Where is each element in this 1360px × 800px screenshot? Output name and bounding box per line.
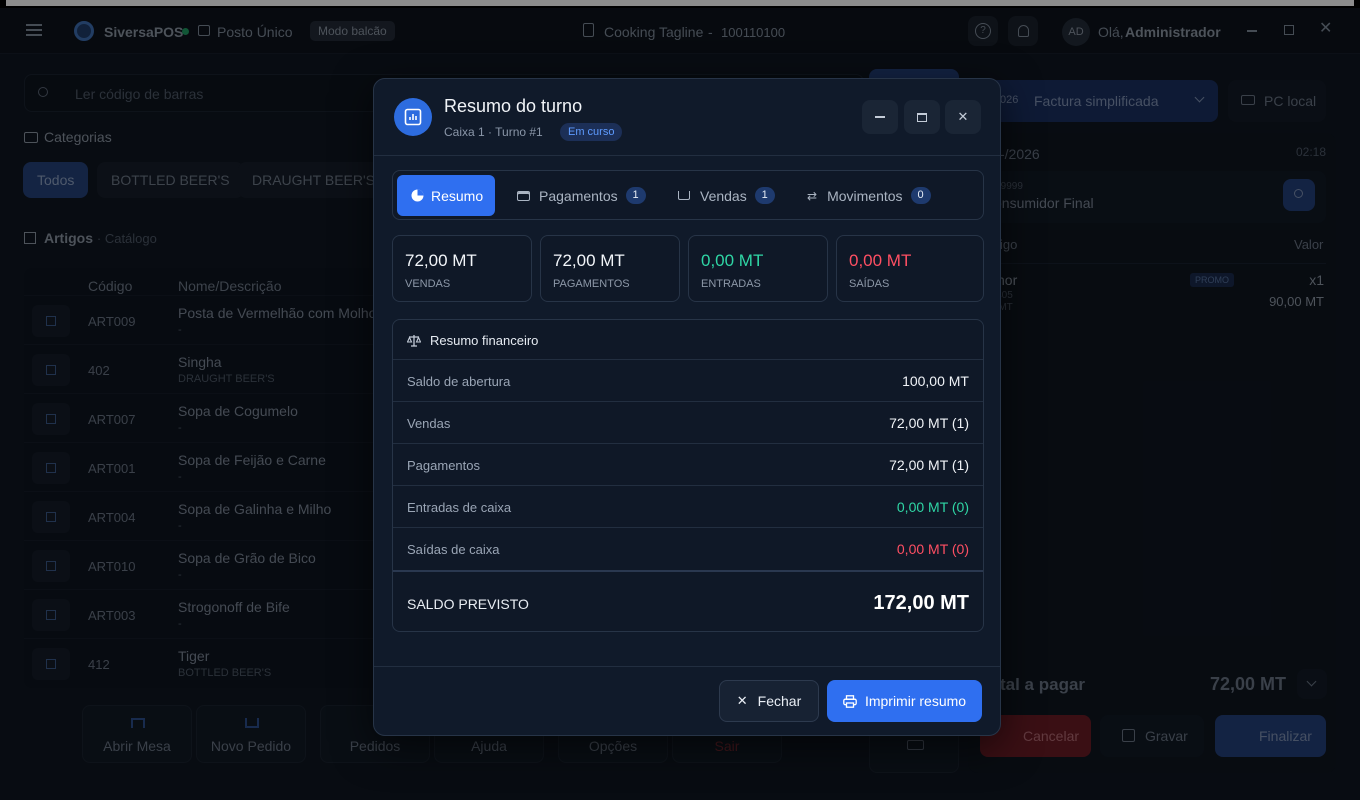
- print-summary-button[interactable]: Imprimir resumo: [827, 680, 982, 722]
- stat-inflows-label: ENTRADAS: [701, 278, 761, 290]
- pie-chart-icon: [411, 189, 424, 202]
- maximize-icon: [917, 112, 927, 122]
- expected-balance-value: 172,00 MT: [873, 592, 969, 614]
- stat-outflows-value: 0,00 MT: [849, 251, 912, 270]
- dialog-maximize-button[interactable]: [904, 100, 940, 134]
- dialog-close-button[interactable]: ✕: [945, 100, 981, 134]
- stat-sales-value: 72,00 MT: [405, 251, 477, 270]
- tab-sales-label: Vendas: [700, 187, 747, 204]
- financial-row-label: Pagamentos: [407, 458, 480, 473]
- tab-sales[interactable]: Vendas 1: [678, 175, 775, 216]
- stat-payments-value: 72,00 MT: [553, 251, 625, 270]
- close-icon: ✕: [957, 109, 969, 124]
- stat-sales-label: VENDAS: [405, 278, 451, 290]
- stat-outflows-label: SAÍDAS: [849, 278, 890, 290]
- status-badge: Em curso: [560, 123, 623, 141]
- tab-summary-label: Resumo: [431, 187, 484, 204]
- print-summary-label: Imprimir resumo: [864, 693, 967, 709]
- financial-row-label: Saídas de caixa: [407, 542, 500, 557]
- financial-summary: Resumo financeiro Saldo de abertura 100,0…: [392, 319, 984, 632]
- cart-icon: [678, 191, 690, 200]
- financial-row-label: Vendas: [407, 416, 451, 431]
- stat-payments-label: PAGAMENTOS: [553, 278, 630, 290]
- stat-card-inflows: 0,00 MT ENTRADAS: [688, 235, 828, 302]
- tab-payments-count: 1: [625, 187, 646, 204]
- financial-row-value: 0,00 MT (0): [896, 541, 969, 557]
- financial-row: Vendas 72,00 MT (1): [393, 402, 983, 444]
- close-button[interactable]: ✕ Fechar: [719, 680, 819, 722]
- financial-row-value: 100,00 MT: [902, 373, 969, 389]
- stat-card-outflows: 0,00 MT SAÍDAS: [836, 235, 984, 302]
- stat-card-payments: 72,00 MT PAGAMENTOS: [540, 235, 680, 302]
- tab-payments-label: Pagamentos: [539, 187, 618, 204]
- tab-payments[interactable]: Pagamentos 1: [517, 175, 646, 216]
- minimize-icon: [875, 116, 885, 118]
- financial-summary-title: Resumo financeiro: [430, 333, 539, 348]
- financial-row: Entradas de caixa 0,00 MT (0): [393, 486, 983, 528]
- stat-inflows-value: 0,00 MT: [701, 251, 764, 270]
- tab-sales-count: 1: [754, 187, 775, 204]
- expected-balance-label: SALDO PREVISTO: [407, 596, 529, 612]
- financial-row-value: 72,00 MT (1): [889, 415, 969, 431]
- dialog-minimize-button[interactable]: [862, 100, 898, 134]
- expected-balance-row: SALDO PREVISTO 172,00 MT: [393, 570, 983, 631]
- financial-row: Pagamentos 72,00 MT (1): [393, 444, 983, 486]
- financial-row: Saldo de abertura 100,00 MT: [393, 360, 983, 402]
- financial-row-label: Entradas de caixa: [407, 500, 512, 515]
- tab-movements[interactable]: ⇄ Movimentos 0: [807, 175, 931, 216]
- dialog-title: Resumo do turno: [444, 96, 583, 116]
- printer-icon: [843, 694, 857, 708]
- shift-summary-dialog: Resumo do turno Caixa 1 · Turno #1 Em cu…: [373, 78, 1001, 736]
- dialog-footer-divider: [374, 666, 1000, 667]
- chart-report-icon: [394, 98, 432, 136]
- credit-card-icon: [517, 190, 530, 201]
- financial-row-value: 72,00 MT (1): [889, 457, 969, 473]
- financial-row: Saídas de caixa 0,00 MT (0): [393, 528, 983, 570]
- dialog-tabs: Resumo Pagamentos 1 Vendas 1 ⇄ Movimento…: [392, 170, 984, 220]
- tab-summary[interactable]: Resumo: [397, 175, 495, 216]
- tab-movements-count: 0: [910, 187, 931, 204]
- close-button-label: Fechar: [757, 693, 802, 709]
- dialog-subtitle: Caixa 1 · Turno #1: [444, 125, 543, 139]
- transfer-arrows-icon: ⇄: [807, 188, 818, 203]
- financial-row-value: 0,00 MT (0): [896, 499, 969, 515]
- tab-movements-label: Movimentos: [827, 187, 903, 204]
- close-icon: ✕: [736, 693, 748, 708]
- dialog-header: Resumo do turno Caixa 1 · Turno #1 Em cu…: [374, 79, 1000, 156]
- financial-row-label: Saldo de abertura: [407, 374, 511, 389]
- scale-icon: [407, 335, 421, 347]
- stat-card-sales: 72,00 MT VENDAS: [392, 235, 532, 302]
- financial-summary-header: Resumo financeiro: [393, 320, 983, 360]
